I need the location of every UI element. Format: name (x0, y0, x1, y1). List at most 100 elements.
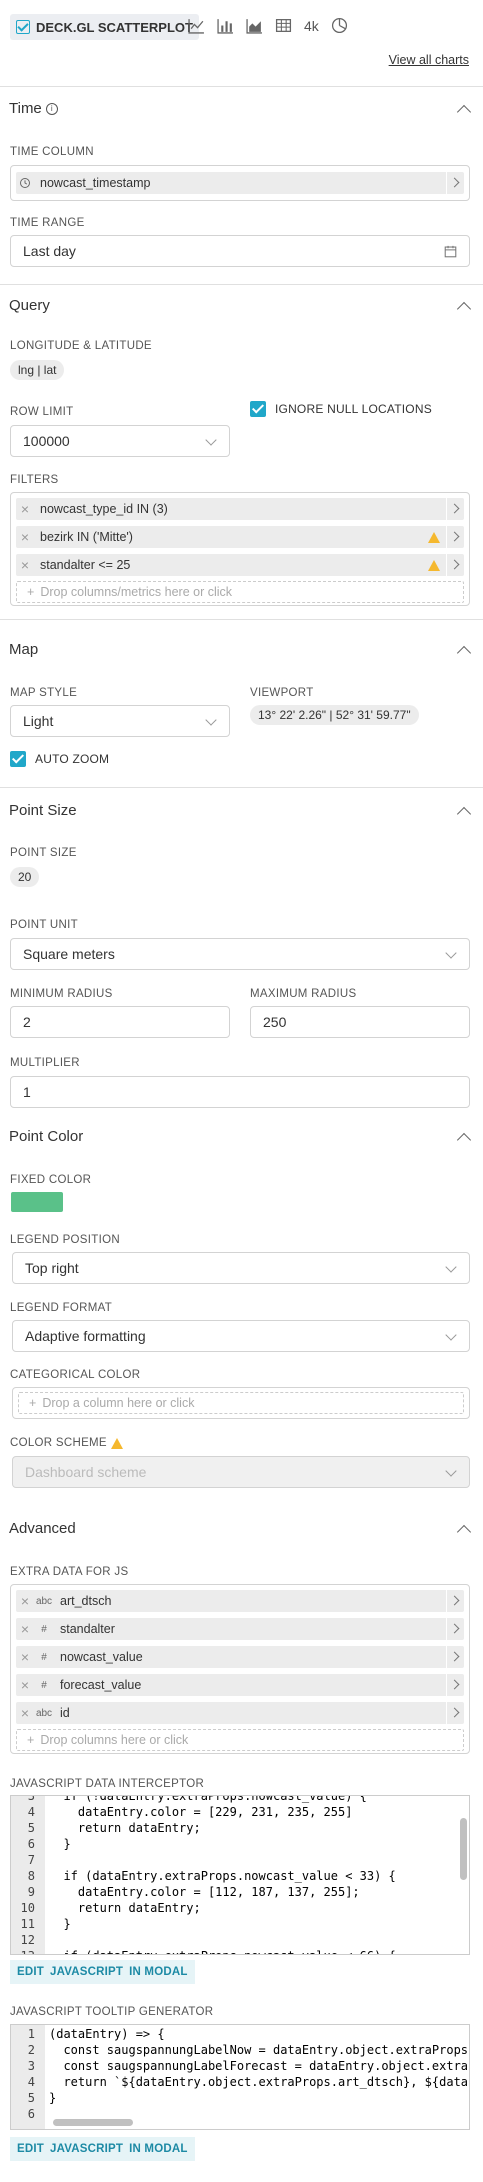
chevron-right-icon[interactable] (446, 1646, 464, 1668)
collapse-chevron-icon[interactable] (456, 104, 472, 120)
chevron-down-icon (445, 947, 457, 959)
map-style-label: MAP STYLE (10, 687, 78, 699)
line-number: 4 (27, 2075, 35, 2089)
chevron-right-icon[interactable] (446, 1702, 464, 1724)
view-all-charts-link[interactable]: View all charts (389, 53, 469, 67)
time-column-item[interactable]: nowcast_timestamp (16, 172, 464, 194)
color-scheme-select[interactable]: Dashboard scheme (12, 1456, 470, 1488)
point-unit-select[interactable]: Square meters (10, 938, 470, 970)
map-section-title[interactable]: Map (9, 641, 38, 658)
collapse-chevron-icon[interactable] (456, 645, 472, 661)
pie-chart-icon[interactable] (331, 17, 348, 34)
legend-position-select[interactable]: Top right (12, 1252, 470, 1284)
remove-icon[interactable]: × (16, 1649, 34, 1665)
map-section: Map MAP STYLE Light VIEWPORT 13° 22' 2.2… (0, 619, 483, 787)
legend-format-select[interactable]: Adaptive formatting (12, 1320, 470, 1352)
extra-column-row[interactable]: × abc art_dtsch (16, 1590, 464, 1612)
code-line[interactable]: 5} (11, 2091, 56, 2107)
info-icon[interactable]: i (45, 102, 58, 115)
fixed-color-swatch[interactable] (11, 1192, 63, 1212)
code-line[interactable]: 4 return `${dataEntry.object.extraProps.… (11, 2075, 468, 2091)
filter-text: standalter <= 25 (40, 558, 131, 572)
ignore-null-checkbox[interactable] (250, 401, 266, 417)
code-line[interactable]: 6 (11, 2107, 49, 2123)
chevron-right-icon[interactable] (446, 1590, 464, 1612)
edit-interceptor-button[interactable]: EDIT JAVASCRIPT IN MODAL (10, 1960, 195, 1984)
extra-column-row[interactable]: × # standalter (16, 1618, 464, 1640)
code-line[interactable]: 4 dataEntry.color = [229, 231, 235, 255] (11, 1805, 353, 1821)
remove-icon[interactable]: × (16, 557, 34, 573)
code-line[interactable]: 11 } (11, 1917, 71, 1933)
max-radius-input[interactable]: 250 (250, 1006, 470, 1038)
remove-icon[interactable]: × (16, 1705, 34, 1721)
auto-zoom-checkbox[interactable] (10, 751, 26, 767)
line-chart-icon[interactable] (188, 17, 205, 34)
interceptor-editor[interactable]: 3 if (!dataEntry.extraProps.nowcast_valu… (10, 1795, 470, 1955)
viewport-pill[interactable]: 13° 22' 2.26" | 52° 31' 59.77" (250, 705, 419, 725)
extra-column-row[interactable]: × # nowcast_value (16, 1646, 464, 1668)
code-line[interactable]: 6 } (11, 1837, 71, 1853)
extra-data-drop-zone[interactable]: + Drop columns here or click (16, 1729, 464, 1751)
collapse-chevron-icon[interactable] (456, 1524, 472, 1540)
chevron-right-icon[interactable] (446, 554, 464, 576)
lonlat-pill[interactable]: lng | lat (10, 360, 65, 380)
code-line[interactable]: 3 if (!dataEntry.extraProps.nowcast_valu… (11, 1796, 367, 1805)
chevron-right-icon[interactable] (446, 1618, 464, 1640)
collapse-chevron-icon[interactable] (456, 301, 472, 317)
editor-scrollbar[interactable] (53, 2119, 133, 2126)
query-section-title[interactable]: Query (9, 297, 50, 314)
remove-icon[interactable]: × (16, 1621, 34, 1637)
table-icon[interactable] (275, 17, 292, 34)
remove-icon[interactable]: × (16, 1593, 34, 1609)
code-line[interactable]: 3 const saugspannungLabelForecast = data… (11, 2059, 468, 2075)
point-size-section-title[interactable]: Point Size (9, 802, 77, 819)
advanced-section-title[interactable]: Advanced (9, 1520, 76, 1537)
collapse-chevron-icon[interactable] (456, 1132, 472, 1148)
code-line[interactable]: 7 (11, 1853, 49, 1869)
code-line[interactable]: 1 (dataEntry) => { (11, 2027, 165, 2043)
multiplier-input[interactable]: 1 (10, 1076, 470, 1108)
remove-icon[interactable]: × (16, 1677, 34, 1693)
code-line[interactable]: 10 return dataEntry; (11, 1901, 201, 1917)
edit-tooltip-button[interactable]: EDIT JAVASCRIPT IN MODAL (10, 2137, 195, 2161)
bar-chart-icon[interactable] (217, 17, 234, 34)
code-line[interactable]: 9 dataEntry.color = [112, 187, 137, 255]… (11, 1885, 360, 1901)
filter-row[interactable]: × nowcast_type_id IN (3) (16, 498, 464, 520)
big-number-icon[interactable]: 4k (304, 18, 319, 34)
remove-icon[interactable]: × (16, 501, 34, 517)
line-number: 4 (27, 1805, 35, 1819)
chevron-right-icon[interactable] (446, 526, 464, 548)
chevron-right-icon[interactable] (446, 1674, 464, 1696)
code-line[interactable]: 5 return dataEntry; (11, 1821, 201, 1837)
categorical-drop-zone[interactable]: + Drop a column here or click (18, 1392, 464, 1414)
collapse-chevron-icon[interactable] (456, 806, 472, 822)
chevron-right-icon[interactable] (446, 498, 464, 520)
time-range-field[interactable]: Last day (10, 235, 470, 267)
tooltip-editor[interactable]: 1 (dataEntry) => {2 const saugspannungLab… (10, 2024, 470, 2130)
editor-scrollbar[interactable] (460, 1818, 467, 1880)
filter-row[interactable]: × standalter <= 25 (16, 554, 464, 576)
area-chart-icon[interactable] (246, 17, 263, 34)
extra-column-row[interactable]: × # forecast_value (16, 1674, 464, 1696)
chevron-right-icon[interactable] (446, 172, 464, 194)
viz-type-picker[interactable]: DECK.GL SCATTERPLOT (10, 14, 199, 40)
viewport-label: VIEWPORT (250, 687, 314, 699)
remove-icon[interactable]: × (16, 529, 34, 545)
code-line[interactable]: 2 const saugspannungLabelNow = dataEntry… (11, 2043, 468, 2059)
code-line[interactable]: 12 (11, 1933, 49, 1949)
min-radius-input[interactable]: 2 (10, 1006, 230, 1038)
filter-row[interactable]: × bezirk IN ('Mitte') (16, 526, 464, 548)
extra-column-row[interactable]: × abc id (16, 1702, 464, 1724)
filters-drop-zone[interactable]: + Drop columns/metrics here or click (16, 581, 464, 603)
extra-data-label: EXTRA DATA FOR JS (10, 1566, 129, 1578)
max-radius-value: 250 (263, 1014, 287, 1030)
code-line[interactable]: 13 if (dataEntry.extraProps.nowcast_valu… (11, 1949, 396, 1954)
code-line[interactable]: 8 if (dataEntry.extraProps.nowcast_value… (11, 1869, 396, 1885)
time-section-header[interactable]: Time i (9, 100, 58, 117)
row-limit-select[interactable]: 100000 (10, 425, 230, 457)
point-color-section-title[interactable]: Point Color (9, 1128, 83, 1145)
map-style-select[interactable]: Light (10, 705, 230, 737)
time-column-field[interactable]: nowcast_timestamp (10, 165, 470, 201)
advanced-section: Advanced EXTRA DATA FOR JS × abc art_dts… (0, 1504, 483, 2182)
point-size-pill[interactable]: 20 (10, 867, 40, 887)
